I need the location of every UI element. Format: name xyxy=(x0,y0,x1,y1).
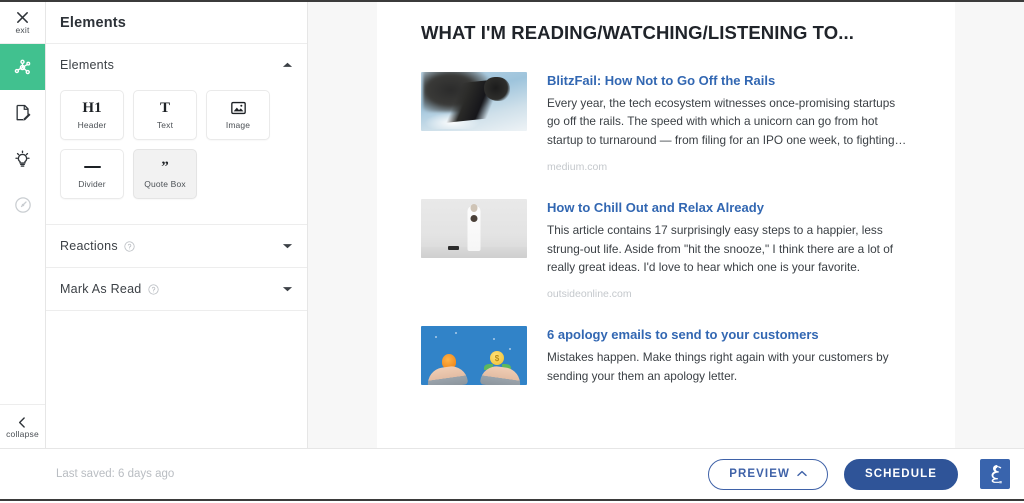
element-card-divider[interactable]: Divider xyxy=(60,149,124,199)
article-body: 6 apology emails to send to your custome… xyxy=(547,326,909,385)
bird-logo-icon[interactable] xyxy=(980,459,1010,489)
list-item[interactable]: BlitzFail: How Not to Go Off the Rails E… xyxy=(421,72,909,173)
preview-button[interactable]: PREVIEW xyxy=(708,458,828,490)
article-body: How to Chill Out and Relax Already This … xyxy=(547,199,909,300)
element-card-quote-box[interactable]: ” Quote Box xyxy=(133,149,197,199)
article-source: outsideonline.com xyxy=(547,288,632,301)
accordion-elements-title: Elements xyxy=(60,58,115,72)
element-card-image[interactable]: Image xyxy=(206,90,270,140)
rail-item-exit[interactable]: exit xyxy=(0,2,45,44)
quote-icon: ” xyxy=(161,159,169,175)
accordion-elements-body: H1 Header T Text Image Divider ” Quote B… xyxy=(46,86,307,224)
accordion-mark-as-read-header[interactable]: Mark As Read xyxy=(46,268,307,310)
accordion-elements-header[interactable]: Elements xyxy=(46,44,307,86)
chevron-down-icon[interactable] xyxy=(282,285,293,293)
heading-icon: H1 xyxy=(82,100,102,116)
chevron-up-icon xyxy=(797,468,807,480)
bottom-bar-actions: PREVIEW SCHEDULE xyxy=(708,458,1010,490)
article-body: BlitzFail: How Not to Go Off the Rails E… xyxy=(547,72,909,173)
list-item[interactable]: 6 apology emails to send to your custome… xyxy=(421,326,909,386)
element-card-text[interactable]: T Text xyxy=(133,90,197,140)
element-card-header-label: Header xyxy=(77,119,107,130)
image-icon xyxy=(230,101,246,116)
schedule-button-label: SCHEDULE xyxy=(864,468,937,480)
close-icon xyxy=(15,10,30,25)
rail-item-analytics[interactable] xyxy=(0,182,45,228)
page-title: WHAT I'M READING/WATCHING/LISTENING TO..… xyxy=(421,22,854,43)
element-card-row: Divider ” Quote Box xyxy=(60,149,293,199)
element-card-quote-box-label: Quote Box xyxy=(144,178,186,189)
lightbulb-icon xyxy=(12,149,33,170)
article-description: This article contains 17 surprisingly ea… xyxy=(547,223,894,275)
chevron-down-icon[interactable] xyxy=(282,242,293,250)
accordion-elements: Elements H1 Header T Text Image Divider … xyxy=(46,44,307,225)
element-card-image-label: Image xyxy=(225,119,251,130)
preview-button-label: PREVIEW xyxy=(729,468,790,480)
help-circle-icon[interactable] xyxy=(124,240,135,252)
element-card-text-label: Text xyxy=(156,119,174,130)
article-title[interactable]: BlitzFail: How Not to Go Off the Rails xyxy=(547,72,909,89)
accordion-reactions-header[interactable]: Reactions xyxy=(46,225,307,267)
last-saved-status: Last saved: 6 days ago xyxy=(56,468,175,480)
rail-item-content[interactable] xyxy=(0,90,45,136)
list-item[interactable]: How to Chill Out and Relax Already This … xyxy=(421,199,909,300)
icon-rail: exit collapse xyxy=(0,2,46,448)
rail-item-elements[interactable] xyxy=(0,44,45,90)
rail-item-exit-label: exit xyxy=(15,25,30,35)
article-description: Every year, the tech ecosystem witnesses… xyxy=(547,96,907,147)
bottom-bar: Last saved: 6 days ago PREVIEW SCHEDULE xyxy=(0,448,1024,501)
article-source: medium.com xyxy=(547,161,608,174)
email-sheet[interactable]: WHAT I'M READING/WATCHING/LISTENING TO..… xyxy=(377,2,955,448)
schedule-button[interactable]: SCHEDULE xyxy=(843,458,958,490)
accordion-reactions-title: Reactions xyxy=(60,239,118,253)
rail-item-ideas[interactable] xyxy=(0,136,45,182)
gauge-icon xyxy=(13,195,33,215)
panel-header: Elements xyxy=(46,2,307,44)
element-card-header[interactable]: H1 Header xyxy=(60,90,124,140)
network-nodes-icon xyxy=(12,57,33,78)
document-edit-icon xyxy=(13,103,33,123)
rail-item-collapse-label: collapse xyxy=(6,429,39,439)
chevron-left-icon xyxy=(16,416,29,429)
rail-spacer xyxy=(0,228,45,404)
accordion-reactions: Reactions xyxy=(46,225,307,268)
work-area: exit collapse Elements Elements H1 Heade… xyxy=(0,0,1024,448)
lightbulb-and-money-plant-illustration xyxy=(421,326,527,386)
crashed-machine-photo xyxy=(421,72,527,131)
rail-item-collapse[interactable]: collapse xyxy=(0,404,45,448)
article-title[interactable]: How to Chill Out and Relax Already xyxy=(547,199,909,216)
canvas-area: WHAT I'M READING/WATCHING/LISTENING TO..… xyxy=(308,2,1024,448)
element-card-divider-label: Divider xyxy=(78,178,106,189)
chevron-up-icon[interactable] xyxy=(282,61,293,69)
divider-icon xyxy=(83,160,101,175)
text-icon: T xyxy=(159,100,170,116)
elements-panel: Elements Elements H1 Header T Text Image… xyxy=(46,2,308,448)
app-root: exit collapse Elements Elements H1 Heade… xyxy=(0,0,1024,503)
accordion-mark-as-read: Mark As Read xyxy=(46,268,307,311)
person-in-white-photo xyxy=(421,199,527,259)
article-description: Mistakes happen. Make things right again… xyxy=(547,350,889,383)
article-title[interactable]: 6 apology emails to send to your custome… xyxy=(547,326,909,343)
element-card-row: H1 Header T Text Image xyxy=(60,90,293,140)
accordion-mark-as-read-title: Mark As Read xyxy=(60,282,142,296)
panel-title: Elements xyxy=(60,14,127,31)
help-circle-icon[interactable] xyxy=(147,283,159,295)
